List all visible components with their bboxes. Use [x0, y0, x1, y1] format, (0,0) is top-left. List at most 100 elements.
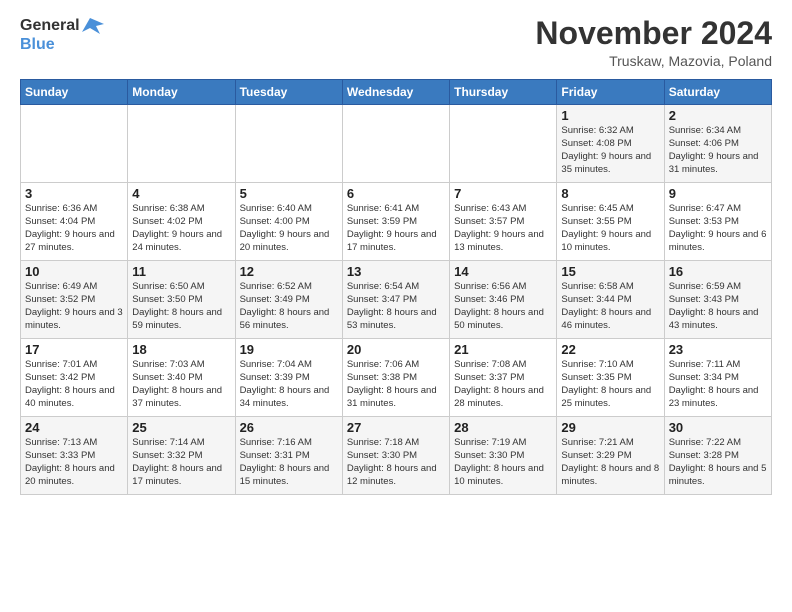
cell-w2-d4: 14 Sunrise: 6:56 AM Sunset: 3:46 PM Dayli… [450, 261, 557, 339]
col-friday: Friday [557, 80, 664, 105]
day-info-22: Sunrise: 7:10 AM Sunset: 3:35 PM Dayligh… [561, 359, 659, 410]
col-saturday: Saturday [664, 80, 771, 105]
cell-w2-d2: 12Sunrise: 6:52 AM Sunset: 3:49 PM Dayli… [235, 261, 342, 339]
week-row-2: 10 Sunrise: 6:49 AM Sunset: 3:52 PM Dayli… [21, 261, 772, 339]
cell-w3-d1: 18Sunrise: 7:03 AM Sunset: 3:40 PM Dayli… [128, 339, 235, 417]
day-info-24: Sunrise: 7:13 AM Sunset: 3:33 PM Dayligh… [25, 437, 123, 488]
cell-w2-d0: 10 Sunrise: 6:49 AM Sunset: 3:52 PM Dayli… [21, 261, 128, 339]
day-info-6: Sunrise: 6:41 AM Sunset: 3:59 PM Dayligh… [347, 203, 445, 254]
cell-w4-d6: 30 Sunrise: 7:22 AM Sunset: 3:28 PM Dayli… [664, 417, 771, 495]
day-info-12: Sunrise: 6:52 AM Sunset: 3:49 PM Dayligh… [240, 281, 338, 332]
cell-w4-d0: 24 Sunrise: 7:13 AM Sunset: 3:33 PM Dayli… [21, 417, 128, 495]
day-number-23: 23 [669, 342, 767, 357]
day-number-4: 4 [132, 186, 230, 201]
day-info-10: Sunrise: 6:49 AM Sunset: 3:52 PM Dayligh… [25, 281, 123, 332]
day-number-1: 1 [561, 108, 659, 123]
header-row: Sunday Monday Tuesday Wednesday Thursday… [21, 80, 772, 105]
cell-w3-d0: 17Sunrise: 7:01 AM Sunset: 3:42 PM Dayli… [21, 339, 128, 417]
day-number-14: 14 [454, 264, 552, 279]
day-number-17: 17 [25, 342, 123, 357]
day-number-28: 28 [454, 420, 552, 435]
day-info-23: Sunrise: 7:11 AM Sunset: 3:34 PM Dayligh… [669, 359, 767, 410]
day-info-14: Sunrise: 6:56 AM Sunset: 3:46 PM Dayligh… [454, 281, 552, 332]
cell-w1-d0: 3 Sunrise: 6:36 AM Sunset: 4:04 PM Daylig… [21, 183, 128, 261]
title-block: November 2024 Truskaw, Mazovia, Poland [535, 16, 772, 69]
day-info-27: Sunrise: 7:18 AM Sunset: 3:30 PM Dayligh… [347, 437, 445, 488]
calendar-table: Sunday Monday Tuesday Wednesday Thursday… [20, 79, 772, 495]
day-number-25: 25 [132, 420, 230, 435]
day-number-13: 13 [347, 264, 445, 279]
day-info-11: Sunrise: 6:50 AM Sunset: 3:50 PM Dayligh… [132, 281, 230, 332]
cell-w3-d2: 19 Sunrise: 7:04 AM Sunset: 3:39 PM Dayli… [235, 339, 342, 417]
header: General Blue November 2024 Truskaw, Mazo… [20, 16, 772, 69]
col-thursday: Thursday [450, 80, 557, 105]
week-row-4: 24 Sunrise: 7:13 AM Sunset: 3:33 PM Dayli… [21, 417, 772, 495]
day-info-16: Sunrise: 6:59 AM Sunset: 3:43 PM Dayligh… [669, 281, 767, 332]
cell-w1-d4: 7 Sunrise: 6:43 AM Sunset: 3:57 PM Daylig… [450, 183, 557, 261]
cell-w1-d3: 6 Sunrise: 6:41 AM Sunset: 3:59 PM Daylig… [342, 183, 449, 261]
day-number-26: 26 [240, 420, 338, 435]
day-info-4: Sunrise: 6:38 AM Sunset: 4:02 PM Dayligh… [132, 203, 230, 254]
day-info-19: Sunrise: 7:04 AM Sunset: 3:39 PM Dayligh… [240, 359, 338, 410]
cell-w2-d3: 13Sunrise: 6:54 AM Sunset: 3:47 PM Dayli… [342, 261, 449, 339]
day-info-1: Sunrise: 6:32 AM Sunset: 4:08 PM Dayligh… [561, 125, 659, 176]
cell-w2-d5: 15Sunrise: 6:58 AM Sunset: 3:44 PM Dayli… [557, 261, 664, 339]
day-number-9: 9 [669, 186, 767, 201]
day-info-2: Sunrise: 6:34 AM Sunset: 4:06 PM Dayligh… [669, 125, 767, 176]
cell-w0-d5: 1 Sunrise: 6:32 AM Sunset: 4:08 PM Daylig… [557, 105, 664, 183]
week-row-3: 17Sunrise: 7:01 AM Sunset: 3:42 PM Dayli… [21, 339, 772, 417]
logo-general: General [20, 17, 80, 35]
day-number-20: 20 [347, 342, 445, 357]
day-number-22: 22 [561, 342, 659, 357]
cell-w1-d6: 9 Sunrise: 6:47 AM Sunset: 3:53 PM Daylig… [664, 183, 771, 261]
cell-w0-d2 [235, 105, 342, 183]
logo: General Blue [20, 16, 104, 54]
day-info-21: Sunrise: 7:08 AM Sunset: 3:37 PM Dayligh… [454, 359, 552, 410]
day-number-8: 8 [561, 186, 659, 201]
cell-w0-d0 [21, 105, 128, 183]
cell-w1-d1: 4 Sunrise: 6:38 AM Sunset: 4:02 PM Daylig… [128, 183, 235, 261]
day-info-28: Sunrise: 7:19 AM Sunset: 3:30 PM Dayligh… [454, 437, 552, 488]
day-info-7: Sunrise: 6:43 AM Sunset: 3:57 PM Dayligh… [454, 203, 552, 254]
day-number-6: 6 [347, 186, 445, 201]
week-row-1: 3 Sunrise: 6:36 AM Sunset: 4:04 PM Daylig… [21, 183, 772, 261]
cell-w3-d6: 23 Sunrise: 7:11 AM Sunset: 3:34 PM Dayli… [664, 339, 771, 417]
cell-w0-d3 [342, 105, 449, 183]
cell-w3-d3: 20Sunrise: 7:06 AM Sunset: 3:38 PM Dayli… [342, 339, 449, 417]
day-number-3: 3 [25, 186, 123, 201]
cell-w3-d4: 21Sunrise: 7:08 AM Sunset: 3:37 PM Dayli… [450, 339, 557, 417]
day-number-10: 10 [25, 264, 123, 279]
day-info-9: Sunrise: 6:47 AM Sunset: 3:53 PM Dayligh… [669, 203, 767, 254]
day-info-30: Sunrise: 7:22 AM Sunset: 3:28 PM Dayligh… [669, 437, 767, 488]
day-number-27: 27 [347, 420, 445, 435]
day-number-30: 30 [669, 420, 767, 435]
col-monday: Monday [128, 80, 235, 105]
day-number-5: 5 [240, 186, 338, 201]
day-number-7: 7 [454, 186, 552, 201]
day-number-29: 29 [561, 420, 659, 435]
cell-w1-d5: 8 Sunrise: 6:45 AM Sunset: 3:55 PM Daylig… [557, 183, 664, 261]
cell-w4-d3: 27 Sunrise: 7:18 AM Sunset: 3:30 PM Dayli… [342, 417, 449, 495]
day-number-24: 24 [25, 420, 123, 435]
cell-w0-d6: 2Sunrise: 6:34 AM Sunset: 4:06 PM Daylig… [664, 105, 771, 183]
cell-w2-d1: 11Sunrise: 6:50 AM Sunset: 3:50 PM Dayli… [128, 261, 235, 339]
cell-w4-d5: 29 Sunrise: 7:21 AM Sunset: 3:29 PM Dayli… [557, 417, 664, 495]
location: Truskaw, Mazovia, Poland [535, 53, 772, 69]
cell-w4-d1: 25Sunrise: 7:14 AM Sunset: 3:32 PM Dayli… [128, 417, 235, 495]
cell-w3-d5: 22 Sunrise: 7:10 AM Sunset: 3:35 PM Dayli… [557, 339, 664, 417]
cell-w0-d1 [128, 105, 235, 183]
day-info-29: Sunrise: 7:21 AM Sunset: 3:29 PM Dayligh… [561, 437, 659, 488]
day-info-3: Sunrise: 6:36 AM Sunset: 4:04 PM Dayligh… [25, 203, 123, 254]
cell-w1-d2: 5Sunrise: 6:40 AM Sunset: 4:00 PM Daylig… [235, 183, 342, 261]
day-info-18: Sunrise: 7:03 AM Sunset: 3:40 PM Dayligh… [132, 359, 230, 410]
col-wednesday: Wednesday [342, 80, 449, 105]
col-tuesday: Tuesday [235, 80, 342, 105]
cell-w4-d2: 26Sunrise: 7:16 AM Sunset: 3:31 PM Dayli… [235, 417, 342, 495]
day-info-8: Sunrise: 6:45 AM Sunset: 3:55 PM Dayligh… [561, 203, 659, 254]
calendar-body: 1 Sunrise: 6:32 AM Sunset: 4:08 PM Daylig… [21, 105, 772, 495]
day-number-19: 19 [240, 342, 338, 357]
month-title: November 2024 [535, 16, 772, 51]
day-info-15: Sunrise: 6:58 AM Sunset: 3:44 PM Dayligh… [561, 281, 659, 332]
cell-w0-d4 [450, 105, 557, 183]
cell-w4-d4: 28 Sunrise: 7:19 AM Sunset: 3:30 PM Dayli… [450, 417, 557, 495]
